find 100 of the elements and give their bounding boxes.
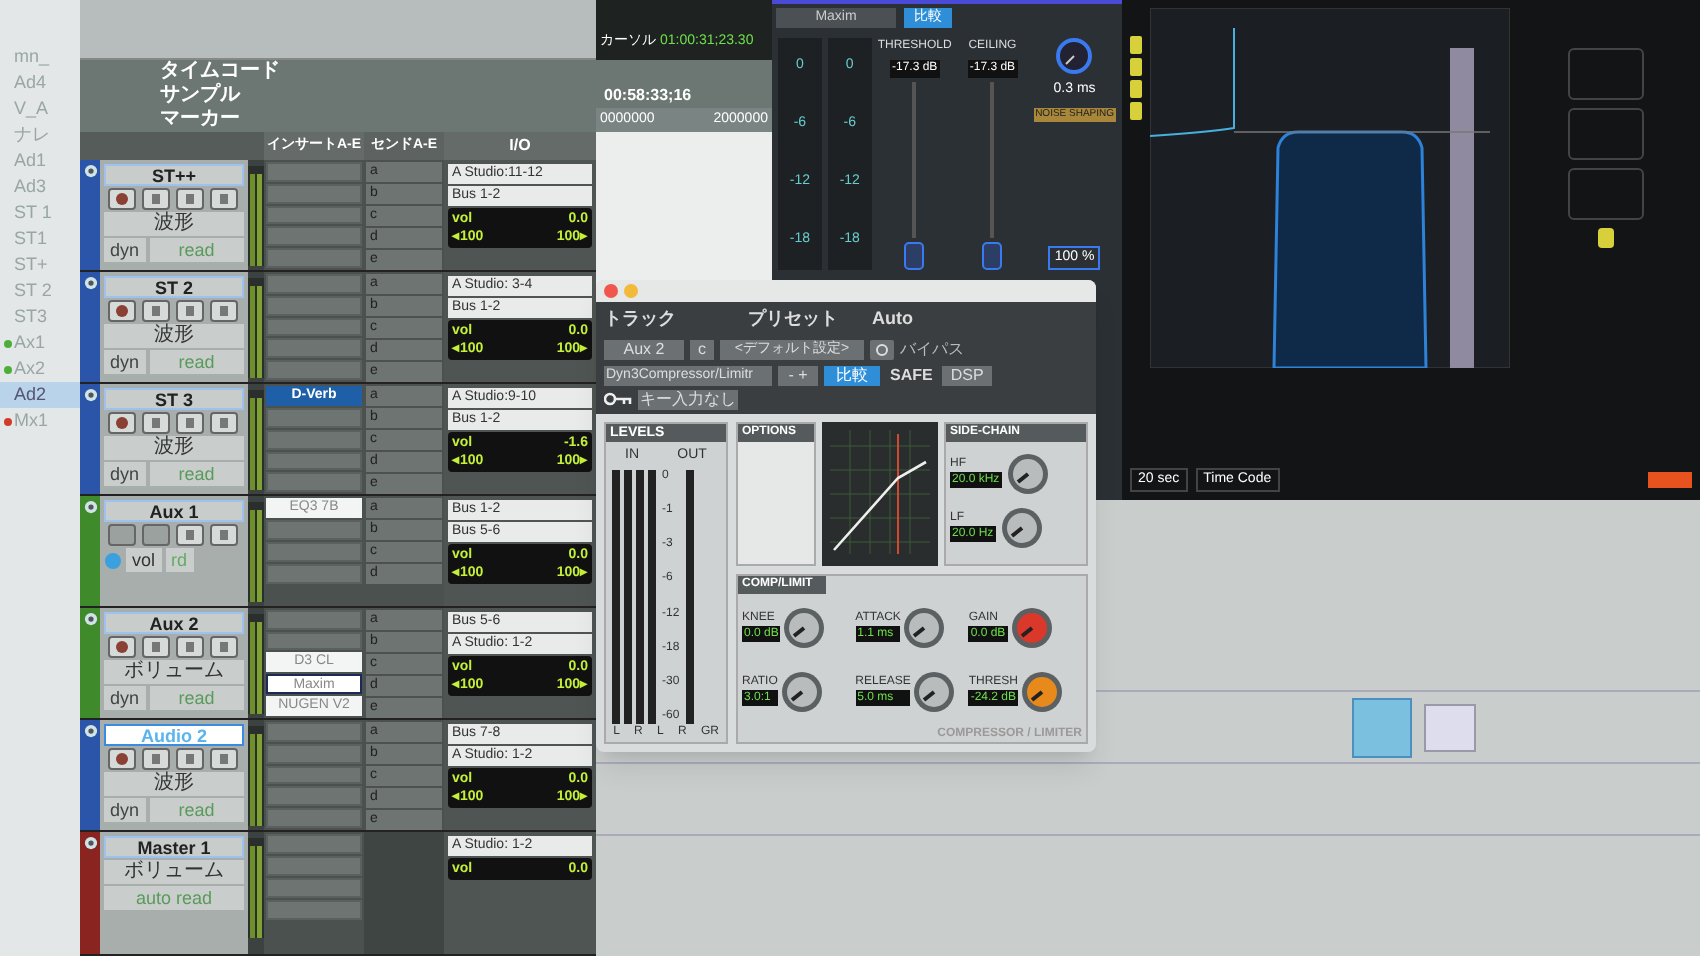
dyn-button[interactable]: dyn xyxy=(104,798,146,822)
automation-dropdown[interactable]: read xyxy=(149,462,244,486)
automation-dropdown[interactable]: read xyxy=(149,238,244,262)
track-name-field[interactable]: Aux 2 xyxy=(104,612,244,634)
level-meter-drawing xyxy=(248,726,264,826)
track-list-item[interactable]: Ax2 xyxy=(0,356,80,382)
record-indicator xyxy=(1648,472,1692,488)
fader-handle-icon[interactable] xyxy=(904,242,925,270)
mute-icon[interactable] xyxy=(210,636,238,658)
automation-dropdown[interactable]: read xyxy=(149,686,244,710)
audio-clip[interactable] xyxy=(1352,697,1412,757)
track-list-item[interactable]: mn_ xyxy=(0,44,80,70)
knob-icon[interactable] xyxy=(1020,669,1065,714)
knob-icon[interactable] xyxy=(902,605,947,650)
solo-icon[interactable] xyxy=(176,300,204,322)
dyn-button[interactable]: dyn xyxy=(104,686,146,710)
knob-icon[interactable] xyxy=(912,669,957,714)
mute-icon[interactable] xyxy=(210,188,238,210)
view-dropdown[interactable]: 波形 xyxy=(104,324,244,348)
eye-icon[interactable] xyxy=(83,500,97,514)
track-name-field[interactable]: Audio 2 xyxy=(104,724,244,746)
preset-label: プリセット xyxy=(748,306,840,332)
level-meter-drawing xyxy=(248,166,264,266)
ruler-label: タイムコード xyxy=(80,60,596,84)
track-list-item[interactable]: Ad4 xyxy=(0,70,80,96)
view-dropdown[interactable]: 波形 xyxy=(104,212,244,236)
key-icon xyxy=(604,392,632,406)
dyn-button[interactable]: dyn xyxy=(104,350,146,374)
knob-icon[interactable] xyxy=(1009,605,1054,650)
track-name-field[interactable]: ST 3 xyxy=(104,388,244,410)
view-dropdown[interactable]: ボリューム xyxy=(104,660,244,684)
close-icon[interactable] xyxy=(604,284,618,298)
track-list-item[interactable]: Mx1 xyxy=(0,408,80,434)
automation-dropdown[interactable]: read xyxy=(149,350,244,374)
track-list-item[interactable]: ナレ xyxy=(0,122,80,148)
knob-icon[interactable] xyxy=(1005,451,1050,495)
level-meter-drawing xyxy=(248,614,264,714)
track-name-field[interactable]: Aux 1 xyxy=(104,500,244,522)
level-meter-drawing xyxy=(248,390,264,490)
knob-icon[interactable] xyxy=(782,605,827,650)
automation-dropdown[interactable]: read xyxy=(149,798,244,822)
fader-handle-icon[interactable] xyxy=(982,242,1003,270)
knob-icon[interactable] xyxy=(1056,38,1093,74)
view-dropdown[interactable]: vol xyxy=(126,548,162,572)
view-dropdown[interactable]: ボリューム xyxy=(104,860,244,884)
track-name-field[interactable]: ST++ xyxy=(104,164,244,186)
track-list-item[interactable]: V_A xyxy=(0,96,80,122)
eye-icon[interactable] xyxy=(83,724,97,738)
track-list-item[interactable]: ST 2 xyxy=(0,278,80,304)
ruler-label: マーカー xyxy=(80,108,596,132)
eye-icon[interactable] xyxy=(83,836,97,850)
automation-dropdown[interactable]: auto read xyxy=(104,886,244,910)
indicator-light-icon xyxy=(1597,228,1613,248)
dyn-button[interactable]: dyn xyxy=(104,238,146,262)
view-dropdown[interactable]: 波形 xyxy=(104,436,244,460)
solo-icon[interactable] xyxy=(176,524,204,546)
solo-icon[interactable] xyxy=(176,412,204,434)
level-meter-drawing xyxy=(248,278,264,378)
readout-box xyxy=(1567,168,1643,220)
compare-button[interactable]: 比較 xyxy=(824,365,880,385)
eye-icon[interactable] xyxy=(83,276,97,290)
track-list-item[interactable]: ST 1 xyxy=(0,200,80,226)
automation-dropdown[interactable]: rd xyxy=(165,548,194,572)
track-name-field[interactable]: ST 2 xyxy=(104,276,244,298)
compression-curve-drawing xyxy=(822,421,938,565)
eye-icon[interactable] xyxy=(83,164,97,178)
safe-button[interactable]: SAFE xyxy=(886,365,937,385)
channel-dropdown[interactable]: c xyxy=(690,339,714,359)
solo-icon[interactable] xyxy=(176,188,204,210)
preset-step-button[interactable]: - + xyxy=(778,365,818,385)
track-list-item[interactable]: Ax1 xyxy=(0,330,80,356)
track-dropdown[interactable]: Aux 2 xyxy=(604,339,684,359)
track-list-item[interactable]: ST+ xyxy=(0,252,80,278)
track-list-item[interactable]: ST3 xyxy=(0,304,80,330)
auto-label: Auto xyxy=(872,306,913,332)
audio-clip[interactable] xyxy=(1424,703,1476,751)
knob-icon[interactable] xyxy=(999,505,1044,549)
eye-icon[interactable] xyxy=(83,612,97,626)
track-name-field[interactable]: Master 1 xyxy=(104,836,244,858)
solo-icon[interactable] xyxy=(176,748,204,770)
track-list-item[interactable]: Ad2 xyxy=(0,382,80,408)
view-dropdown[interactable]: 波形 xyxy=(104,772,244,796)
mute-icon[interactable] xyxy=(210,412,238,434)
mute-icon[interactable] xyxy=(210,524,238,546)
solo-icon[interactable] xyxy=(176,636,204,658)
knob-icon[interactable] xyxy=(779,669,824,714)
dsp-button[interactable]: DSP xyxy=(942,365,992,385)
mute-icon[interactable] xyxy=(210,748,238,770)
column-header: I/O xyxy=(444,132,596,160)
ruler-value: 00:58:33;16 xyxy=(596,84,772,108)
track-list-item[interactable]: ST1 xyxy=(0,226,80,252)
automation-icon[interactable] xyxy=(870,339,894,359)
bypass-label: バイパス xyxy=(900,337,964,361)
dyn-button[interactable]: dyn xyxy=(104,462,146,486)
mute-icon[interactable] xyxy=(210,300,238,322)
track-list-item[interactable]: Ad3 xyxy=(0,174,80,200)
key-input-dropdown[interactable]: キー入力なし xyxy=(638,389,738,409)
eye-icon[interactable] xyxy=(83,388,97,402)
readout-box xyxy=(1567,108,1643,160)
track-list-item[interactable]: Ad1 xyxy=(0,148,80,174)
